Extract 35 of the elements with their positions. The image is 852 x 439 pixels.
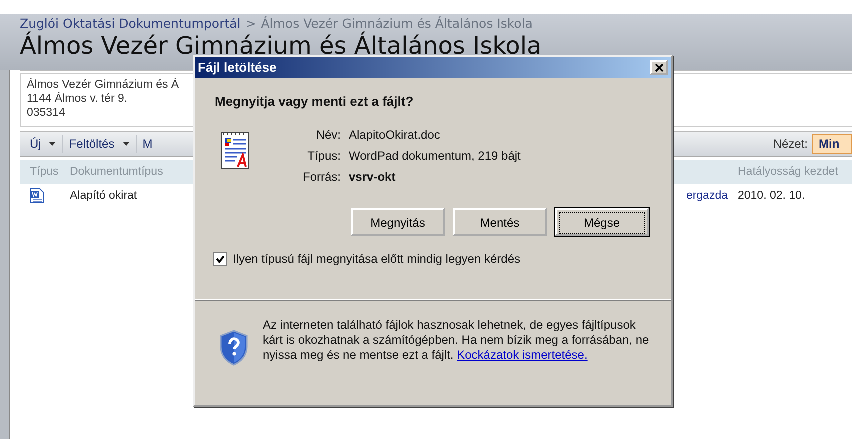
close-icon — [654, 64, 664, 72]
warning-text: Az interneten található fájlok hasznosak lehetnek, de egyes fájltípusok kárt is okozhatnak a számítógépben. Ha nem bízik meg a forrásában, ne nyissa meg és ne mentse ezt a fájlt. Kockázatok ismertetése. — [263, 318, 650, 363]
document-type-cell-text: Alapító okirat — [70, 190, 138, 202]
field-value: WordPad dokumentum, 219 bájt — [349, 149, 521, 163]
breadcrumb-separator: > — [246, 16, 256, 31]
date-cell-text: 2010. 02. 10. — [738, 190, 806, 202]
wordpad-document-icon — [221, 130, 251, 170]
close-button[interactable] — [650, 60, 668, 75]
checkbox[interactable] — [213, 252, 227, 266]
shield-question-icon — [219, 330, 249, 366]
address-line: 035314 — [27, 106, 66, 120]
dialog-button[interactable]: Mégse — [555, 208, 649, 236]
page-title: Álmos Vezér Gimnázium és Általános Iskola — [20, 31, 543, 61]
address-line: Álmos Vezér Gimnázium és Á — [27, 78, 180, 92]
view-selector[interactable]: Min — [812, 134, 852, 154]
toolbar-menu-button[interactable]: Feltöltés — [63, 135, 136, 153]
dialog-title: Fájl letöltése — [198, 60, 277, 75]
field-label: Típus: — [306, 149, 341, 163]
toolbar-menu-button[interactable]: Új — [24, 135, 62, 153]
author-link[interactable]: ergazda — [686, 190, 728, 202]
view-label: Nézet: — [773, 137, 808, 151]
word-document-icon — [30, 188, 45, 204]
address-line: 1144 Álmos v. tér 9. — [27, 92, 128, 106]
field-label: Forrás: — [302, 170, 341, 184]
field-label: Név: — [315, 128, 341, 142]
breadcrumb-link[interactable]: Zuglói Oktatási Dokumentumportál — [20, 16, 241, 31]
dialog-button[interactable]: Megnyitás — [351, 208, 445, 236]
risks-link[interactable]: Kockázatok ismertetése. — [457, 348, 588, 362]
dialog-question: Megnyitja vagy menti ezt a fájlt? — [215, 94, 415, 109]
dialog-button[interactable]: Mentés — [453, 208, 547, 236]
field-value: vsrv-okt — [349, 170, 397, 184]
toolbar-menu-button[interactable]: M — [136, 135, 159, 153]
checkbox-label[interactable]: Ilyen típusú fájl megnyitása előtt mindig legyen kérdés — [233, 252, 520, 266]
field-value: AlapitoOkirat.doc — [349, 128, 442, 142]
breadcrumb-current: Álmos Vezér Gimnázium és Általános Iskola — [261, 16, 533, 31]
